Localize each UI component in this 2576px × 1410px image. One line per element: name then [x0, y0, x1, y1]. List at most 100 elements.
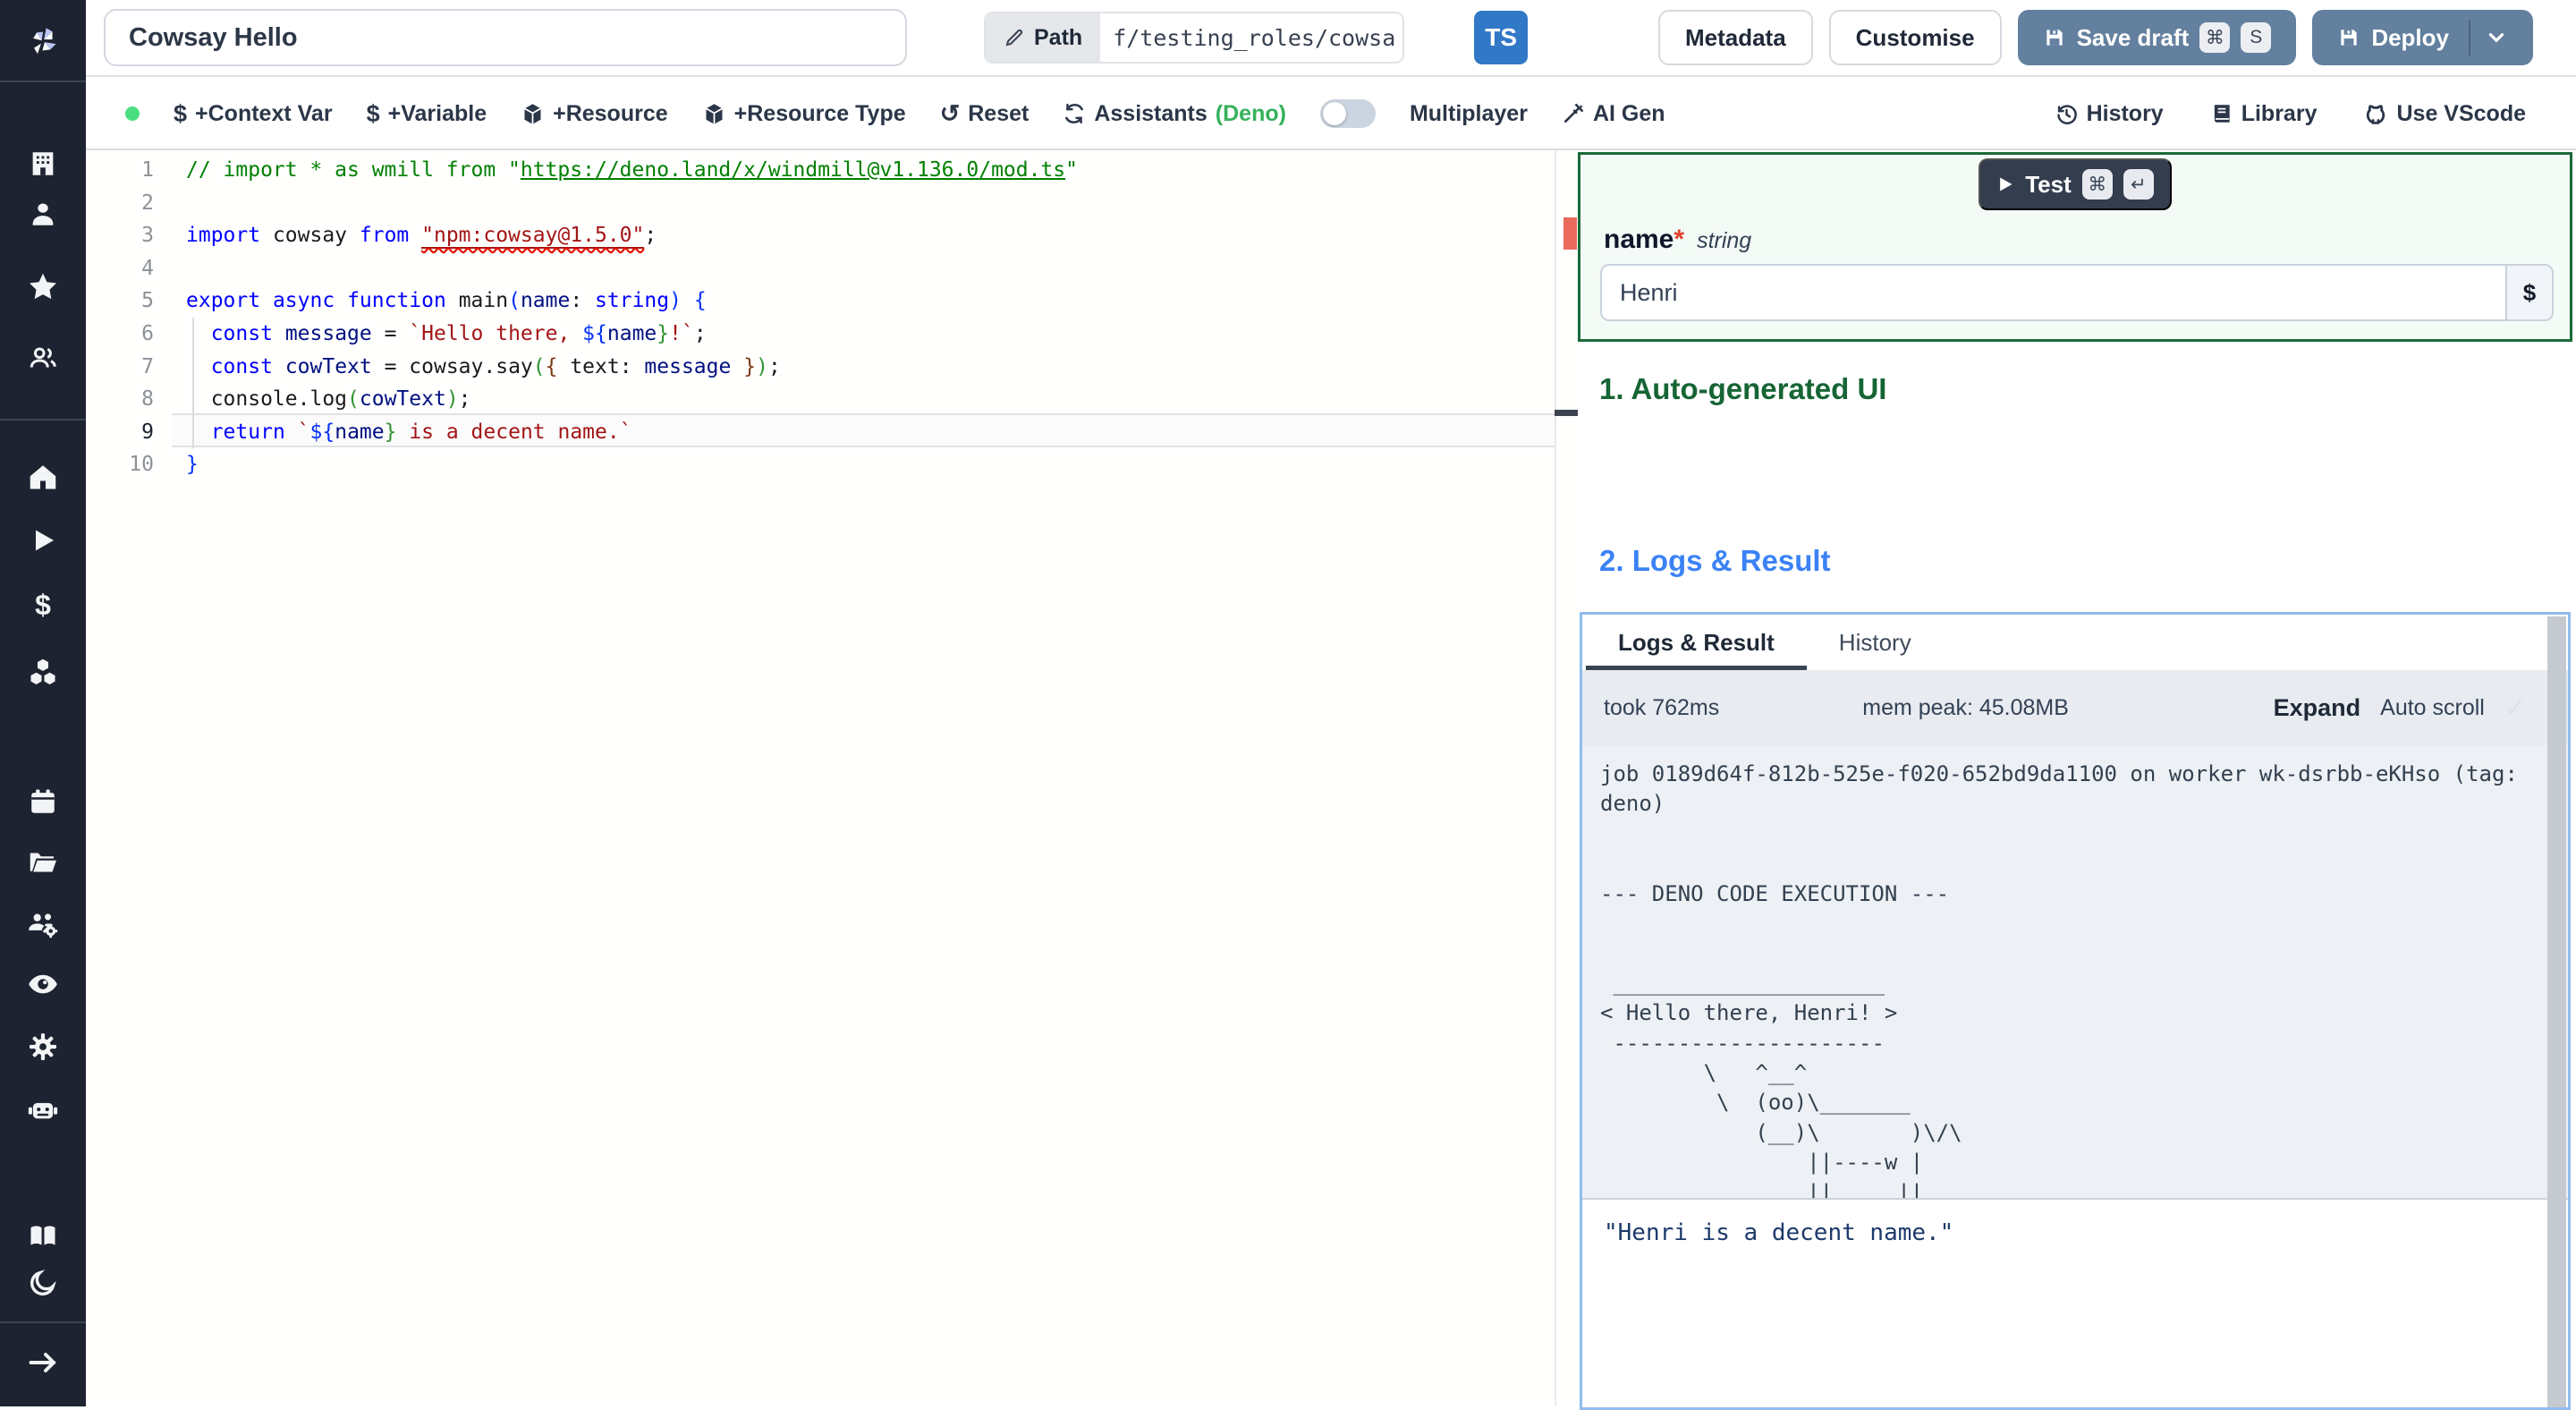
tab-history[interactable]: History [1807, 615, 1944, 670]
use-vscode-button[interactable]: Use VScode [2363, 101, 2526, 127]
rotate-ccw-icon: ↺ [939, 99, 961, 127]
editor-overview-ruler [1555, 150, 1556, 1406]
toggle-knob [1322, 102, 1346, 125]
add-variable-button[interactable]: $ +Variable [367, 101, 487, 127]
assistants-button[interactable]: Assistants (Deno) [1063, 101, 1286, 127]
logs-result-panel: Logs & Result History took 762ms mem pea… [1580, 612, 2571, 1410]
wand-tools-icon [1563, 103, 1583, 123]
sidebar: $ [0, 0, 86, 1406]
users-icon[interactable] [0, 340, 86, 376]
save-icon [2341, 30, 2357, 46]
pencil-icon [1005, 29, 1023, 47]
schedules-calendar-icon[interactable] [0, 784, 86, 820]
resources-cubes-icon[interactable] [0, 654, 86, 690]
sidebar-divider-bottom [0, 1321, 86, 1323]
refresh-icon [1065, 103, 1084, 124]
history-clock-icon [2056, 104, 2077, 124]
mem-peak: mem peak: 45.08MB [1862, 694, 2069, 720]
error-overview-marker [1563, 217, 1577, 250]
run-duration: took 762ms [1604, 694, 1720, 720]
cursor-overview-marker [1555, 410, 1578, 416]
dollar-icon: $ [174, 99, 188, 127]
section-logs-result-heading: 2. Logs & Result [1599, 544, 1831, 577]
settings-gear-icon[interactable] [0, 1029, 86, 1065]
autoscroll-label[interactable]: Auto scroll [2380, 695, 2485, 721]
section-auto-ui-heading: 1. Auto-generated UI [1599, 372, 1887, 405]
path-control[interactable]: Path f/testing_roles/cowsa [984, 12, 1405, 64]
right-panel: Test ⌘ ↵ name* string Henri $ 1. Auto-ge… [1578, 150, 2576, 1410]
library-button[interactable]: Library [2210, 101, 2317, 127]
arg-type: string [1697, 228, 1752, 253]
groups-gear-icon[interactable] [0, 905, 86, 941]
metadata-button[interactable]: Metadata [1657, 10, 1813, 65]
arg-value[interactable]: Henri [1602, 279, 2505, 307]
play-icon [2000, 177, 2012, 191]
save-draft-button[interactable]: Save draft ⌘ S [2017, 10, 2297, 65]
add-resource-type-button[interactable]: +Resource Type [702, 101, 906, 127]
cmd-key-badge: ⌘ [2199, 22, 2231, 53]
history-button[interactable]: History [2055, 101, 2164, 127]
s-key-badge: S [2241, 22, 2272, 53]
path-button[interactable]: Path [986, 13, 1101, 62]
expression-toggle-button[interactable]: $ [2505, 266, 2552, 319]
building-icon[interactable] [0, 146, 86, 182]
path-label: Path [1034, 24, 1083, 50]
logs-scrollbar[interactable] [2547, 616, 2566, 1407]
runs-play-icon[interactable] [0, 522, 86, 558]
save-icon [2046, 30, 2063, 46]
enter-key-badge: ↵ [2123, 169, 2154, 200]
typescript-badge: TS [1474, 11, 1529, 64]
folders-icon[interactable] [0, 845, 86, 880]
deploy-button[interactable]: Deploy [2312, 10, 2533, 65]
multiplayer-label[interactable]: Multiplayer [1410, 101, 1528, 127]
assistants-lang: (Deno) [1215, 100, 1286, 126]
check-icon: ✓ [2504, 692, 2527, 723]
run-meta-bar: took 762ms mem peak: 45.08MB Expand Auto… [1582, 670, 2568, 745]
star-icon[interactable] [0, 268, 86, 304]
deploy-divider [2469, 20, 2470, 55]
windmill-logo-icon[interactable] [0, 13, 86, 70]
tab-logs-result[interactable]: Logs & Result [1586, 615, 1807, 670]
path-value[interactable]: f/testing_roles/cowsa [1100, 13, 1403, 62]
dark-mode-moon-icon[interactable] [0, 1265, 86, 1301]
customise-button[interactable]: Customise [1828, 10, 2002, 65]
sidebar-divider-top [0, 81, 86, 82]
arg-name: name [1604, 225, 1674, 254]
multiplayer-toggle[interactable] [1319, 99, 1376, 128]
arg-input[interactable]: Henri $ [1600, 264, 2554, 321]
user-icon[interactable] [0, 196, 86, 232]
package-icon [705, 103, 723, 124]
docs-books-icon[interactable] [0, 1218, 86, 1253]
variables-dollar-icon[interactable]: $ [0, 587, 86, 623]
editor-toolbar: $ +Context Var $ +Variable +Resource +Re… [86, 79, 2576, 150]
add-resource-button[interactable]: +Resource [521, 101, 668, 127]
topbar: Path f/testing_roles/cowsa TS Metadata C… [86, 0, 2576, 77]
log-output-area[interactable]: job 0189d64f-812b-525e-f020-652bd9da1100… [1582, 745, 2568, 1198]
chevron-down-icon[interactable] [2485, 26, 2508, 49]
test-button[interactable]: Test ⌘ ↵ [1979, 158, 2172, 210]
arg-label-row: name* string [1604, 225, 1751, 255]
expand-button[interactable]: Expand [2274, 694, 2361, 722]
sidebar-divider-mid [0, 419, 86, 420]
package-icon [524, 103, 542, 124]
script-title-input[interactable] [104, 9, 907, 66]
status-dot [125, 106, 140, 121]
vscode-octocat-icon [2367, 105, 2385, 124]
required-asterisk: * [1674, 225, 1685, 254]
auto-generated-ui-box: Test ⌘ ↵ name* string Henri $ [1578, 152, 2572, 342]
result-area[interactable]: "Henri is a decent name." [1582, 1200, 2568, 1266]
code-lines[interactable]: // import * as wmill from "https://deno.… [186, 154, 1078, 481]
code-editor[interactable]: 1 2 3 4 5 6 7 8 9 10 // import * as wmill from "h… [86, 150, 1578, 1406]
home-icon[interactable] [0, 459, 86, 495]
reset-button[interactable]: ↺ Reset [940, 101, 1030, 127]
ai-gen-button[interactable]: AI Gen [1562, 101, 1665, 127]
robot-icon[interactable] [0, 1091, 86, 1127]
line-number-gutter: 1 2 3 4 5 6 7 8 9 10 [129, 158, 154, 477]
logs-tabs: Logs & Result History [1582, 615, 2568, 670]
add-context-var-button[interactable]: $ +Context Var [174, 101, 333, 127]
book-icon [2214, 105, 2230, 123]
result-value: "Henri is a decent name." [1604, 1219, 1954, 1246]
expand-arrow-icon[interactable] [0, 1345, 86, 1380]
eye-icon[interactable] [0, 966, 86, 1002]
dollar-icon: $ [366, 99, 380, 127]
